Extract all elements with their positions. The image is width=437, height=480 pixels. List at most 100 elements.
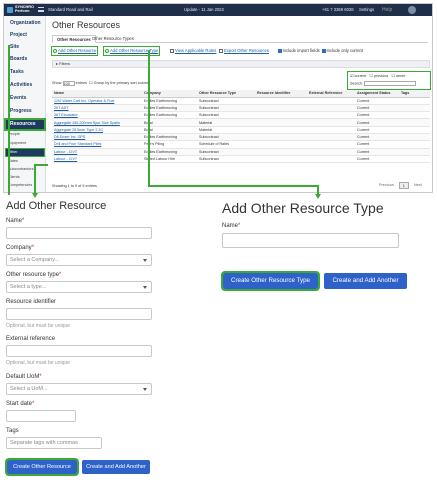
table-row[interactable]: 12Kl Water Cart Inc. Operator & Fuel Eddi…: [52, 97, 430, 105]
type-name-input[interactable]: [222, 233, 399, 248]
include-only-current-checkbox[interactable]: Include only current: [322, 47, 363, 55]
include-import-fields-checkbox[interactable]: Include import fields: [278, 47, 320, 55]
table-cell[interactable]: D8 Dozer Inc. GPS: [52, 133, 142, 142]
table-cell: Current: [355, 97, 399, 105]
column-header-company[interactable]: Company: [142, 90, 197, 98]
view-applicable-rates-link[interactable]: View Applicable Rates: [170, 47, 216, 55]
table-cell[interactable]: Aggregate 150-200mm Spur Size Spalls: [52, 118, 142, 127]
pager-next[interactable]: Next: [411, 182, 425, 189]
create-and-add-another-button[interactable]: Create and Add Another: [324, 273, 407, 289]
sidebar-item-resources[interactable]: Resources: [4, 118, 46, 131]
filters-toggle[interactable]: ▸ Filters: [52, 60, 430, 68]
table-cell[interactable]: Aggregate 28.5mm Type 2.3C: [52, 126, 142, 135]
create-and-add-another-button[interactable]: Create and Add Another: [82, 460, 150, 474]
type-select[interactable]: Select a type...: [6, 281, 152, 293]
table-cell[interactable]: Labour - CIVT: [52, 155, 142, 164]
uom-label: Default UoM*: [6, 374, 42, 380]
create-other-resource-type-button[interactable]: Create Other Resource Type: [221, 271, 320, 291]
table-row[interactable]: Labour - CIVT Skilled Labour Hire Subcontr…: [52, 155, 430, 164]
table-row[interactable]: D8 Dozer Inc. GPS Eddies Earthmoving Subco…: [52, 133, 430, 142]
table-cell: Skilled Labour Hire: [142, 155, 197, 164]
company-select[interactable]: Select a Company...: [6, 254, 152, 266]
sidebar-item-boards[interactable]: Boards: [6, 56, 44, 62]
add-other-resource-type-link[interactable]: Add Other Resource Type: [102, 46, 161, 56]
sidebar-sub-competencies[interactable]: Competencies: [8, 183, 32, 187]
column-header-name[interactable]: Name: [52, 90, 142, 98]
user-avatar[interactable]: [408, 6, 416, 14]
pager-previous[interactable]: Previous: [376, 182, 397, 189]
sidebar-item-events[interactable]: Events: [6, 95, 44, 101]
checkbox-checked-icon: [322, 49, 326, 53]
status-current-checkbox[interactable]: ☑ current: [350, 74, 366, 78]
table-row[interactable]: Drill and Pour Standard Piles Pete's Pili…: [52, 140, 430, 149]
create-other-resource-button[interactable]: Create Other Resource: [5, 458, 79, 476]
sidebar-item-organization[interactable]: Organization: [6, 20, 44, 26]
table-cell[interactable]: Drill and Pour Standard Piles: [52, 140, 142, 149]
add-other-resource-link[interactable]: Add Other Resource: [50, 46, 99, 56]
table-cell: [307, 111, 355, 120]
table-cell: Schedule of Rates: [197, 140, 255, 149]
column-header-identifier[interactable]: Resource Identifier: [255, 90, 307, 98]
table-cell[interactable]: 36T Excavator: [52, 111, 142, 120]
uom-select[interactable]: Select a UoM...: [6, 383, 152, 395]
table-cell: Material: [197, 126, 255, 135]
synchro-logo[interactable]: SYNCHRO Perform: [7, 6, 35, 14]
settings-link[interactable]: Settings: [359, 7, 374, 12]
column-header-type[interactable]: Other Resource Type: [197, 90, 255, 98]
table-cell: [307, 140, 355, 149]
name-input[interactable]: [6, 227, 152, 239]
form-title: Add Other Resource Type: [222, 200, 384, 216]
table-row[interactable]: Labour - CIVT Eddies Earthmoving Subcontra…: [52, 148, 430, 156]
table-cell: [399, 133, 430, 142]
column-header-external-ref[interactable]: External Reference: [307, 90, 355, 98]
table-cell: Subcontract: [197, 155, 255, 164]
table-row[interactable]: Aggregate 28.5mm Type 2.3CBoralMaterial C…: [52, 126, 430, 135]
status-never-checkbox[interactable]: ☐ never: [391, 74, 405, 78]
entries-select[interactable]: 100: [62, 80, 75, 86]
sidebar-item-project[interactable]: Project: [6, 32, 44, 38]
table-cell: Material: [197, 118, 255, 127]
column-header-status[interactable]: Assignment Status: [355, 90, 399, 98]
rates-icon: [170, 48, 174, 53]
add-other-resource-form: Add Other Resource Name* Company* Select…: [5, 200, 206, 476]
sidebar-item-progress[interactable]: Progress: [6, 108, 44, 114]
column-header-tags[interactable]: Tags: [399, 90, 430, 98]
group-by-checkbox[interactable]: ☐ Group by the primary sort column: [89, 81, 150, 85]
sidebar-sub-subcontractors[interactable]: Subcontractors: [8, 167, 34, 171]
sidebar-item-tasks[interactable]: Tasks: [6, 69, 44, 75]
table-cell: [255, 104, 307, 113]
table-cell[interactable]: 20T ADT: [52, 104, 142, 113]
table-cell: [255, 148, 307, 156]
sidebar-sub-other[interactable]: Other: [5, 148, 45, 157]
project-selector[interactable]: Standard Road and Rail: [48, 7, 93, 12]
table-cell[interactable]: Labour - CIVT: [52, 148, 142, 156]
table-row[interactable]: Aggregate 150-200mm Spur Size SpallsBora…: [52, 118, 430, 127]
status-filter-group: ☑ current ☐ previous ☐ never Search:: [347, 71, 431, 90]
external-reference-input[interactable]: [6, 345, 152, 357]
export-other-resources-link[interactable]: Export Other Resources: [219, 47, 269, 55]
table-row[interactable]: 36T Excavator Eddies Earthmoving Subcontra…: [52, 111, 430, 120]
sidebar-item-activities[interactable]: Activities: [6, 82, 44, 88]
table-row[interactable]: 20T ADT Eddies Earthmoving Subcontract Curr…: [52, 104, 430, 113]
hamburger-menu-icon[interactable]: [38, 7, 44, 12]
table-cell: Boral: [142, 118, 197, 127]
status-previous-checkbox[interactable]: ☐ previous: [369, 74, 388, 78]
tab-other-resource-types[interactable]: Other Resource Types: [88, 35, 138, 43]
table-cell: [399, 111, 430, 120]
table-cell: [307, 133, 355, 142]
support-phone: +61 7 3369 6038: [322, 7, 354, 12]
chevron-down-icon: [143, 259, 147, 262]
table-cell: [399, 155, 430, 164]
table-body: 12Kl Water Cart Inc. Operator & Fuel Eddi…: [52, 97, 430, 164]
table-cell: [399, 118, 430, 127]
table-cell[interactable]: 12Kl Water Cart Inc. Operator & Fuel: [52, 97, 142, 105]
identifier-input[interactable]: [6, 308, 152, 320]
start-date-input[interactable]: [6, 410, 76, 422]
pager-page[interactable]: 1: [398, 182, 409, 189]
table-search-input[interactable]: [364, 81, 417, 86]
connector-line: [148, 185, 318, 187]
help-menu[interactable]: Help: [382, 7, 392, 13]
tags-input[interactable]: Separate tags with commas: [6, 437, 102, 449]
sidebar-item-site[interactable]: Site: [6, 44, 44, 50]
sidebar-sub-equipment[interactable]: Equipment: [8, 141, 26, 145]
